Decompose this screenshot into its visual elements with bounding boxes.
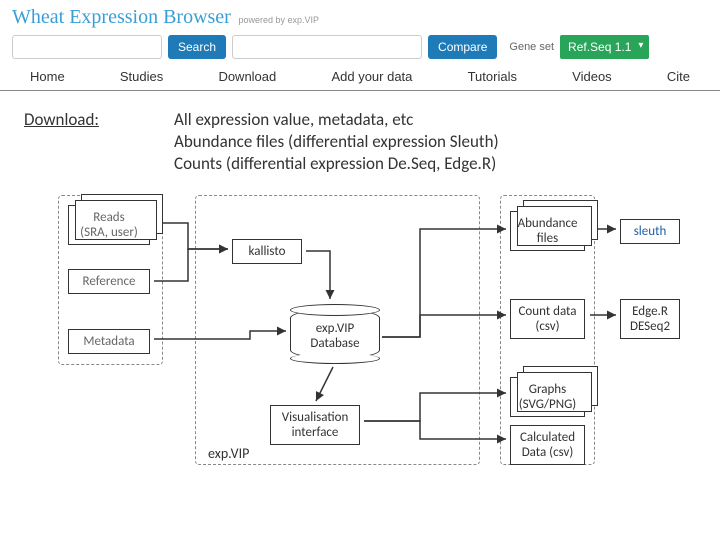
gene-set-label: Gene set <box>509 41 554 53</box>
compare-button[interactable]: Compare <box>428 35 497 59</box>
box-graphs: Graphs (SVG/PNG) <box>510 377 585 417</box>
box-reference: Reference <box>68 269 150 294</box>
download-line2: Abundance files (differential expression… <box>174 131 499 153</box>
box-database: exp.VIP Database <box>290 309 380 359</box>
download-line1: All expression value, metadata, etc <box>174 109 499 131</box>
nav-addyour[interactable]: Add your data <box>331 69 412 84</box>
expvip-label: exp.VIP <box>208 445 249 462</box>
search-button[interactable]: Search <box>168 35 226 59</box>
box-calculated: Calculated Data (csv) <box>510 425 585 465</box>
nav-home[interactable]: Home <box>30 69 65 84</box>
box-kallisto: kallisto <box>232 239 302 264</box>
box-metadata: Metadata <box>68 329 150 354</box>
nav-tutorials[interactable]: Tutorials <box>468 69 517 84</box>
nav-videos[interactable]: Videos <box>572 69 612 84</box>
download-line3: Counts (differential expression De.Seq, … <box>174 153 499 175</box>
brand-subtitle: powered by exp.VIP <box>238 15 319 25</box>
download-label: Download: <box>24 109 144 175</box>
nav-download[interactable]: Download <box>218 69 276 84</box>
pipeline-diagram: Reads (SRA, user) Reference Metadata kal… <box>20 189 700 479</box>
refseq-dropdown[interactable]: Ref.Seq 1.1 <box>560 35 649 59</box>
nav-studies[interactable]: Studies <box>120 69 163 84</box>
box-sleuth: sleuth <box>620 219 680 244</box>
box-edger: Edge.R DESeq2 <box>620 299 680 339</box>
compare-input[interactable] <box>232 35 422 59</box>
box-reads: Reads (SRA, user) <box>68 205 150 245</box>
box-countdata: Count data (csv) <box>510 299 585 339</box>
box-visualisation: Visualisation interface <box>270 405 360 445</box>
brand-title: Wheat Expression Browser <box>12 6 231 28</box>
search-input[interactable] <box>12 35 162 59</box>
nav-cite[interactable]: Cite <box>667 69 690 84</box>
box-abundance: Abundance files <box>510 211 585 251</box>
